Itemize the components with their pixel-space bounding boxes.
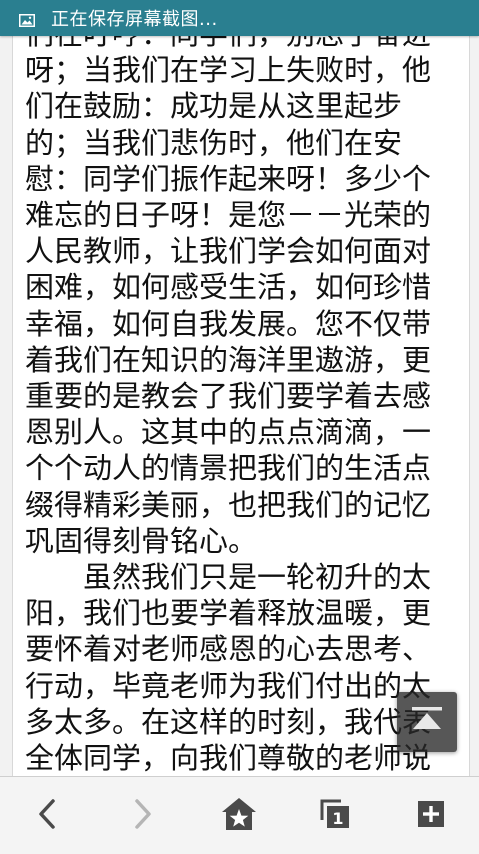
forward-button[interactable] <box>118 791 168 841</box>
tab-count: 1 <box>332 809 343 828</box>
home-star-icon <box>221 797 257 835</box>
article-paragraph: 们在叮哼：同学们，别忘了奋进呀；当我们在学习上失败时，他们在鼓励：成功是从这里起… <box>25 17 432 558</box>
tabs-button[interactable]: 1 <box>310 791 360 841</box>
article-paragraph: 虽然我们只是一轮初升的太阳，我们也要学着释放温暖，更要怀着对老师感恩的心去思考、… <box>25 560 432 776</box>
article-body: 们在叮哼：同学们，别忘了奋进呀；当我们在学习上失败时，他们在鼓励：成功是从这里起… <box>25 16 457 776</box>
bottom-toolbar: 1 <box>0 776 479 854</box>
tabs-icon: 1 <box>319 798 351 834</box>
image-icon <box>19 12 35 27</box>
chevron-left-icon <box>36 798 58 834</box>
status-bar: 正在保存屏幕截图... <box>0 0 479 36</box>
back-button[interactable] <box>22 791 72 841</box>
new-tab-button[interactable] <box>406 791 456 841</box>
browser-screen: 们在叮哼：同学们，别忘了奋进呀；当我们在学习上失败时，他们在鼓励：成功是从这里起… <box>0 0 479 854</box>
arrow-up-to-top-icon <box>410 705 444 739</box>
article-page[interactable]: 们在叮哼：同学们，别忘了奋进呀；当我们在学习上失败时，他们在鼓励：成功是从这里起… <box>12 0 470 780</box>
home-button[interactable] <box>214 791 264 841</box>
back-to-top-button[interactable] <box>397 692 457 752</box>
plus-icon <box>417 800 445 832</box>
chevron-right-icon <box>132 798 154 834</box>
status-notification-text: 正在保存屏幕截图... <box>51 9 218 30</box>
